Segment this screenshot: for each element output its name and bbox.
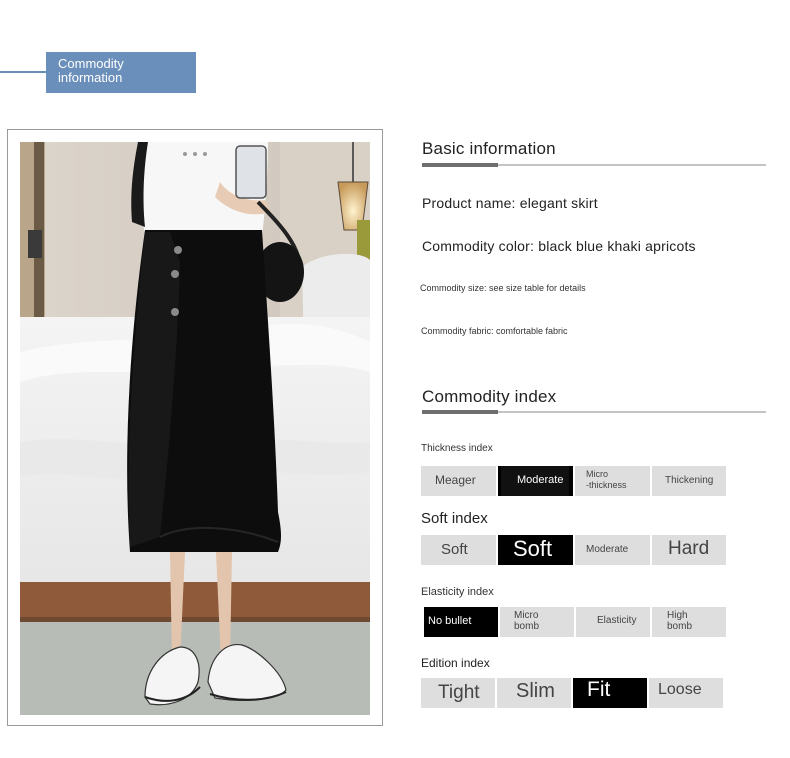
micro-line-1: Micro: [586, 469, 608, 479]
high-bomb-line-1: High: [667, 610, 688, 621]
micro-bomb-line-2: bomb: [514, 621, 540, 632]
soft-option-hard: Hard: [652, 535, 726, 565]
edition-option-tight: Tight: [421, 678, 495, 708]
product-name: Product name: elegant skirt: [422, 195, 598, 211]
soft-option-soft-selected: Soft: [498, 535, 573, 565]
micro-line-2: -thickness: [586, 480, 627, 490]
commodity-fabric: Commodity fabric: comfortable fabric: [421, 326, 568, 336]
edition-option-loose: Loose: [649, 678, 723, 708]
soft-option-soft: Soft: [421, 535, 496, 565]
basic-info-rule-accent: [422, 163, 498, 167]
tab-line-2: information: [58, 70, 123, 85]
soft-index-label: Soft index: [421, 510, 488, 527]
commodity-information-tab: Commodity information: [46, 52, 196, 93]
header-accent-line: [0, 71, 46, 73]
micro-bomb-line-1: Micro: [514, 610, 539, 621]
edition-option-slim: Slim: [497, 678, 571, 708]
high-bomb-line-2: bomb: [667, 621, 693, 632]
tab-line-1: Commodity: [58, 56, 124, 71]
product-photo: [20, 142, 370, 715]
soft-option-moderate: Moderate: [575, 535, 650, 565]
basic-info-rule: [422, 163, 766, 167]
thickness-option-thickening: Thickening: [652, 466, 726, 496]
commodity-index-rule-accent: [422, 410, 498, 414]
elasticity-option-micro-bomb: Micro bomb: [500, 607, 574, 637]
thickness-option-meager: Meager: [421, 466, 496, 496]
edition-index-label: Edition index: [421, 656, 490, 670]
edition-option-fit: Fit: [573, 678, 647, 708]
elasticity-option-high-bomb: High bomb: [652, 607, 726, 637]
elasticity-index-label: Elasticity index: [421, 586, 494, 598]
basic-info-title: Basic information: [422, 139, 556, 158]
thickness-index-label: Thickness index: [421, 443, 493, 454]
thickness-option-micro: Micro -thickness: [575, 466, 650, 496]
elasticity-option-no-bullet: No bullet: [424, 607, 498, 637]
commodity-index-title: Commodity index: [422, 387, 557, 406]
elasticity-option-elasticity: Elasticity: [576, 607, 650, 637]
commodity-color: Commodity color: black blue khaki aprico…: [422, 238, 696, 254]
thickness-option-moderate: Moderate: [498, 466, 573, 496]
commodity-index-rule: [422, 410, 766, 414]
commodity-size: Commodity size: see size table for detai…: [420, 283, 586, 293]
